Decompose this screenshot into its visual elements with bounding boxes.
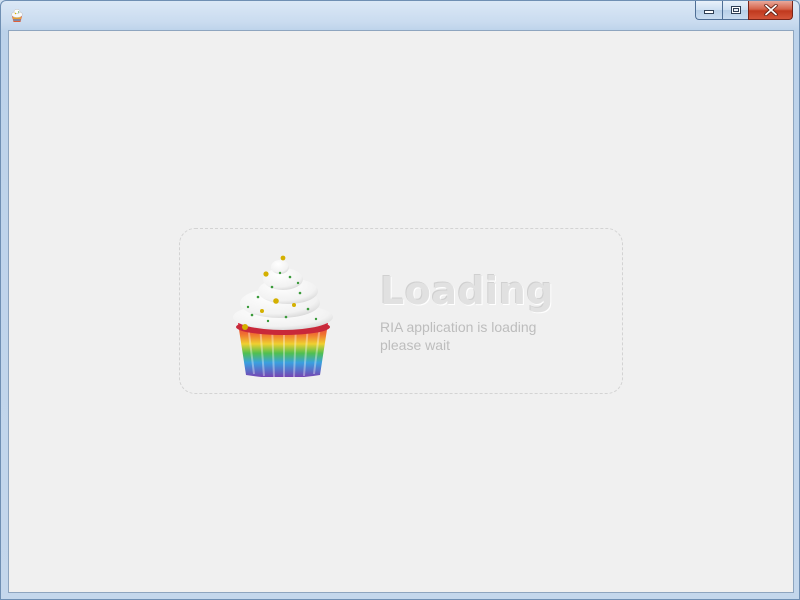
app-window: Loading RIA application is loading pleas… [0,0,800,600]
loading-panel: Loading RIA application is loading pleas… [179,228,623,394]
window-controls [695,1,793,21]
loading-title: Loading [380,269,554,313]
cupcake-image [233,255,333,377]
cupcake-icon [11,9,23,22]
minimize-button[interactable] [695,1,722,20]
maximize-icon [730,6,741,14]
client-area: Loading RIA application is loading pleas… [8,30,794,593]
loading-message: RIA application is loading [380,319,537,335]
title-bar[interactable] [1,1,799,29]
minimize-icon [704,10,714,14]
close-icon [763,4,778,16]
wait-message: please wait [380,337,451,353]
close-button[interactable] [748,1,793,20]
maximize-button[interactable] [722,1,748,20]
